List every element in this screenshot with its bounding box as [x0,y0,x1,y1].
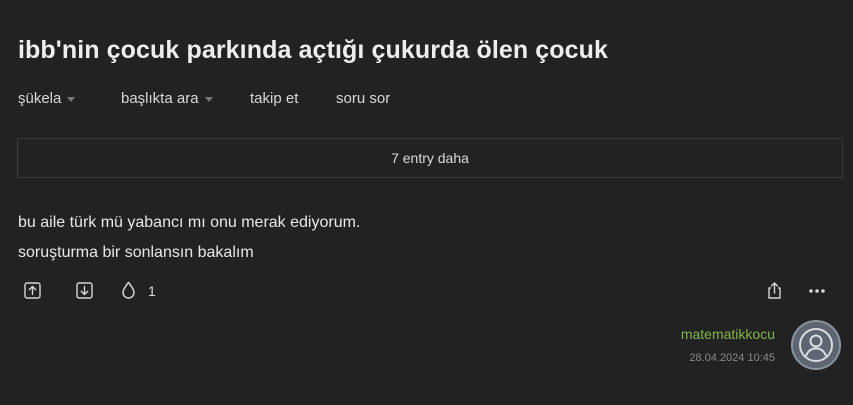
avatar[interactable] [791,320,841,370]
chevron-down-icon [204,96,213,102]
more-entries-button[interactable]: 7 entry daha [17,138,843,178]
entry-line: bu aile türk mü yabancı mı onu merak edi… [18,214,361,231]
more-options-icon[interactable] [808,288,826,294]
follow-button[interactable]: takip et [250,90,298,107]
search-in-topic-label: başlıkta ara [121,90,199,107]
more-entries-label: 7 entry daha [391,150,469,166]
avatar-icon [799,328,833,362]
entry-date[interactable]: 28.04.2024 10:45 [689,352,775,364]
chevron-down-icon [67,96,76,102]
downvote-icon[interactable] [76,282,93,299]
author-link[interactable]: matematikkocu [681,326,775,342]
entry-content: bu aile türk mü yabancı mı onu merak edi… [18,208,360,268]
favorite-count: 1 [148,283,156,299]
sort-dropdown[interactable]: şükela [18,90,76,107]
ask-question-button[interactable]: soru sor [336,90,390,107]
upvote-icon[interactable] [24,282,41,299]
sort-label: şükela [18,90,62,107]
entry-line: soruşturma bir sonlansın bakalım [18,244,254,261]
search-in-topic-dropdown[interactable]: başlıkta ara [121,90,213,107]
favorite-drop-icon[interactable] [121,281,136,299]
share-icon[interactable] [766,281,783,300]
topic-title[interactable]: ibb'nin çocuk parkında açtığı çukurda öl… [18,36,608,65]
